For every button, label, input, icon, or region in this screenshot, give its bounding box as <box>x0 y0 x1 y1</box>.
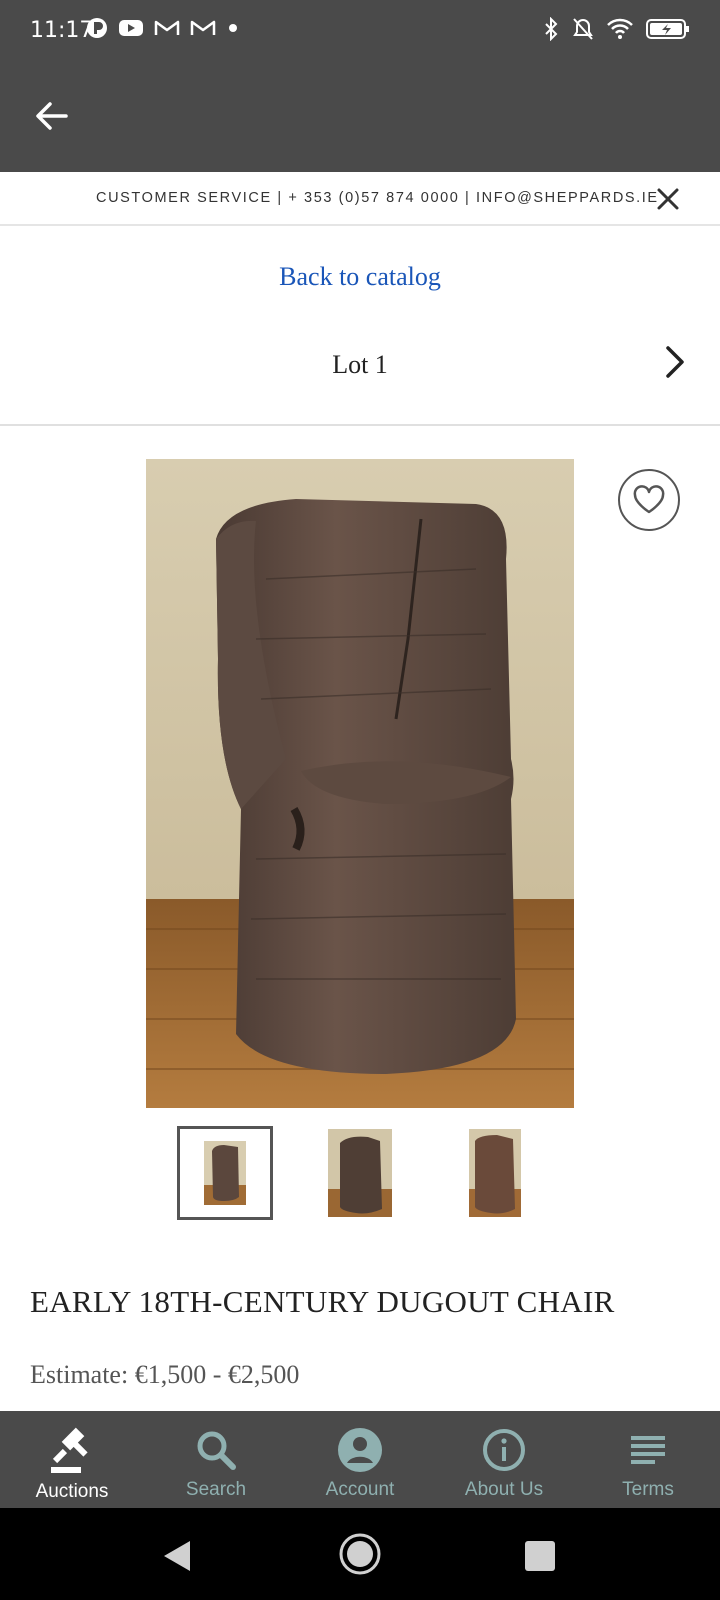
customer-service-banner: CUSTOMER SERVICE | + 353 (0)57 874 0000 … <box>0 172 720 226</box>
wifi-icon <box>607 18 633 39</box>
status-bar: 11:17 <box>0 0 720 60</box>
nav-auctions[interactable]: Auctions <box>0 1411 144 1508</box>
thumbnail-image <box>469 1129 521 1217</box>
back-to-catalog-link[interactable]: Back to catalog <box>0 262 720 292</box>
battery-charging-icon <box>646 19 689 39</box>
favorite-button[interactable] <box>618 469 680 531</box>
customer-service-text: CUSTOMER SERVICE | + 353 (0)57 874 0000 … <box>96 190 659 206</box>
chevron-right-icon <box>666 346 684 378</box>
app-bar <box>0 60 720 172</box>
bottom-navigation: Auctions Search Account About Us Terms <box>0 1411 720 1508</box>
account-circle-icon <box>338 1428 382 1472</box>
nav-about-us[interactable]: About Us <box>432 1411 576 1508</box>
status-time: 11:17 <box>30 18 94 43</box>
lot-estimate: Estimate: €1,500 - €2,500 <box>30 1360 300 1389</box>
next-lot-button[interactable] <box>658 344 690 380</box>
divider <box>0 424 720 426</box>
nav-terms[interactable]: Terms <box>576 1411 720 1508</box>
system-recents-icon[interactable] <box>524 1540 556 1572</box>
back-button[interactable] <box>32 96 72 136</box>
status-right-icons <box>542 17 690 41</box>
heart-outline-icon <box>633 485 665 514</box>
system-navigation-bar <box>0 1508 720 1600</box>
mute-icon <box>573 18 593 40</box>
lot-main-image[interactable] <box>146 459 574 1108</box>
nav-search[interactable]: Search <box>144 1411 288 1508</box>
bluetooth-icon <box>545 17 558 41</box>
nav-label: Account <box>325 1479 395 1500</box>
app-icon <box>87 18 107 38</box>
gmail-icon <box>190 20 216 35</box>
thumbnail-3[interactable] <box>447 1126 543 1220</box>
youtube-icon <box>119 20 143 36</box>
gavel-icon <box>51 1427 88 1473</box>
lines-icon <box>631 1436 665 1464</box>
info-icon <box>483 1429 525 1471</box>
nav-label: Terms <box>622 1479 674 1500</box>
system-home-icon[interactable] <box>338 1532 382 1576</box>
thumbnail-image <box>328 1129 392 1217</box>
close-banner-button[interactable] <box>654 185 682 213</box>
nav-label: Search <box>185 1479 247 1500</box>
thumbnail-2[interactable] <box>312 1126 408 1220</box>
nav-label: Auctions <box>35 1481 109 1502</box>
search-icon <box>197 1431 236 1470</box>
nav-label: About Us <box>464 1479 544 1500</box>
status-left-icons <box>86 17 240 39</box>
dugout-chair-image <box>146 459 574 1108</box>
lot-title: EARLY 18TH-CENTURY DUGOUT CHAIR <box>30 1284 615 1319</box>
gmail-icon <box>154 20 180 35</box>
thumbnail-image <box>204 1141 246 1205</box>
lot-number: Lot 1 <box>332 350 388 379</box>
close-icon <box>657 188 679 210</box>
thumbnail-1[interactable] <box>177 1126 273 1220</box>
nav-account[interactable]: Account <box>288 1411 432 1508</box>
dot-icon <box>229 24 237 32</box>
system-back-icon[interactable] <box>160 1538 196 1574</box>
arrow-left-icon <box>36 102 68 130</box>
